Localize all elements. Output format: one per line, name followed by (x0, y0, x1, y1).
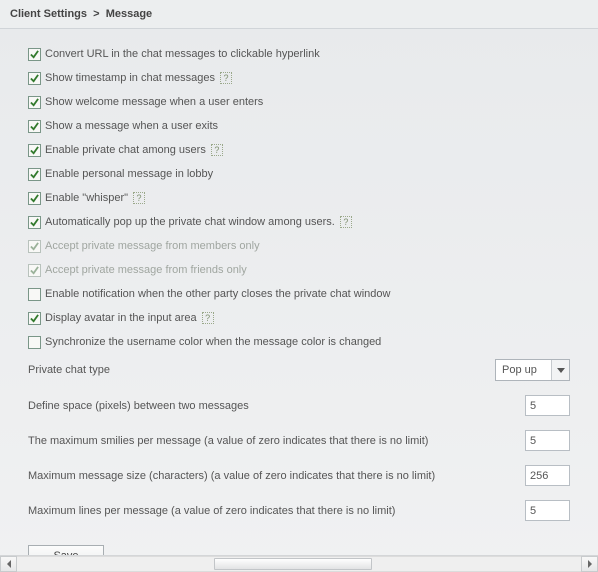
help-icon[interactable]: ? (220, 72, 232, 84)
option-row: Convert URL in the chat messages to clic… (28, 47, 570, 61)
option-row: Enable personal message in lobby (28, 167, 570, 181)
help-icon[interactable]: ? (133, 192, 145, 204)
breadcrumb: Client Settings > Message (0, 0, 598, 29)
option-label: Enable "whisper" (45, 191, 128, 205)
numeric-setting-label: Define space (pixels) between two messag… (28, 400, 525, 412)
private-chat-type-value: Pop up (496, 360, 551, 380)
numeric-setting-label: The maximum smilies per message (a value… (28, 435, 525, 447)
scroll-right-button[interactable] (581, 556, 598, 572)
breadcrumb-current: Message (106, 8, 152, 20)
checkbox[interactable] (28, 120, 41, 133)
option-row: Enable notification when the other party… (28, 287, 570, 301)
option-label: Accept private message from members only (45, 239, 260, 253)
option-row: Enable "whisper"? (28, 191, 570, 205)
numeric-setting-row: Maximum message size (characters) (a val… (28, 465, 570, 486)
scrollbar-thumb[interactable] (214, 558, 372, 570)
option-label: Display avatar in the input area (45, 311, 197, 325)
help-icon[interactable]: ? (340, 216, 352, 228)
option-label: Enable private chat among users (45, 143, 206, 157)
numeric-setting-row: Maximum lines per message (a value of ze… (28, 500, 570, 521)
breadcrumb-separator: > (93, 8, 99, 20)
checkbox[interactable] (28, 96, 41, 109)
option-row: Enable private chat among users? (28, 143, 570, 157)
checkbox[interactable] (28, 144, 41, 157)
save-button[interactable]: Save (28, 545, 104, 555)
settings-content: Convert URL in the chat messages to clic… (0, 29, 598, 555)
numeric-setting-label: Maximum lines per message (a value of ze… (28, 505, 525, 517)
numeric-setting-input[interactable] (525, 500, 570, 521)
scroll-left-button[interactable] (0, 556, 17, 572)
triangle-left-icon (6, 560, 12, 568)
option-row: Accept private message from friends only (28, 263, 570, 277)
checkbox[interactable] (28, 216, 41, 229)
triangle-right-icon (587, 560, 593, 568)
scrollbar-track[interactable] (17, 556, 581, 572)
select-dropdown-button[interactable] (551, 360, 569, 380)
checkbox[interactable] (28, 192, 41, 205)
private-chat-type-row: Private chat type Pop up (28, 359, 570, 381)
option-label: Enable personal message in lobby (45, 167, 213, 181)
breadcrumb-parent: Client Settings (10, 8, 87, 20)
option-label: Convert URL in the chat messages to clic… (45, 47, 320, 61)
option-label: Automatically pop up the private chat wi… (45, 215, 335, 229)
checkbox[interactable] (28, 168, 41, 181)
checkbox[interactable] (28, 312, 41, 325)
horizontal-scrollbar[interactable] (0, 555, 598, 572)
help-icon[interactable]: ? (211, 144, 223, 156)
option-row: Show a message when a user exits (28, 119, 570, 133)
private-chat-type-label: Private chat type (28, 364, 495, 376)
numeric-setting-input[interactable] (525, 430, 570, 451)
private-chat-type-select[interactable]: Pop up (495, 359, 570, 381)
option-label: Show timestamp in chat messages (45, 71, 215, 85)
option-row: Show welcome message when a user enters (28, 95, 570, 109)
option-label: Enable notification when the other party… (45, 287, 390, 301)
checkbox[interactable] (28, 336, 41, 349)
checkbox[interactable] (28, 72, 41, 85)
option-row: Automatically pop up the private chat wi… (28, 215, 570, 229)
option-row: Display avatar in the input area? (28, 311, 570, 325)
numeric-setting-input[interactable] (525, 395, 570, 416)
checkbox (28, 240, 41, 253)
numeric-setting-label: Maximum message size (characters) (a val… (28, 470, 525, 482)
option-label: Show a message when a user exits (45, 119, 218, 133)
numeric-setting-row: The maximum smilies per message (a value… (28, 430, 570, 451)
option-row: Synchronize the username color when the … (28, 335, 570, 349)
option-row: Accept private message from members only (28, 239, 570, 253)
option-label: Show welcome message when a user enters (45, 95, 263, 109)
checkbox[interactable] (28, 288, 41, 301)
numeric-setting-input[interactable] (525, 465, 570, 486)
checkbox[interactable] (28, 48, 41, 61)
option-label: Accept private message from friends only (45, 263, 247, 277)
chevron-down-icon (557, 368, 565, 373)
option-label: Synchronize the username color when the … (45, 335, 381, 349)
numeric-setting-row: Define space (pixels) between two messag… (28, 395, 570, 416)
checkbox (28, 264, 41, 277)
option-row: Show timestamp in chat messages? (28, 71, 570, 85)
help-icon[interactable]: ? (202, 312, 214, 324)
